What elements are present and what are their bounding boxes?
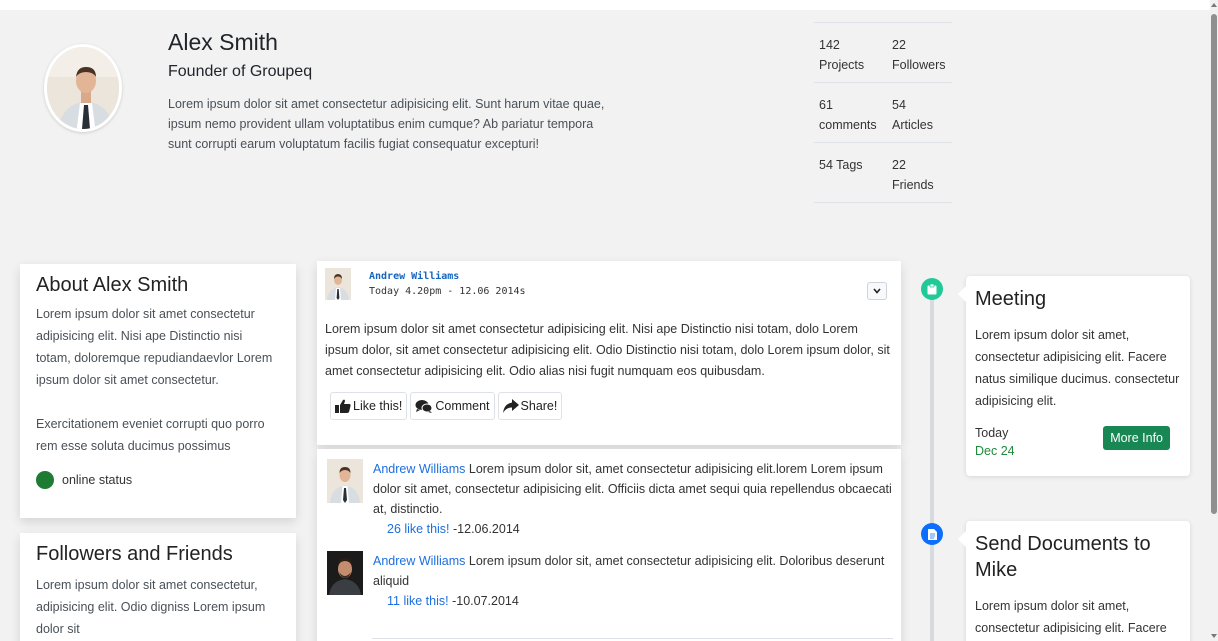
share-button-label: Share! [520,399,558,413]
stat-projects: 142 Projects [819,38,865,72]
profile-stats-table: 142 Projects 22 Followers 61 comments 54 Art… [814,22,952,203]
comment-author-avatar[interactable] [327,551,363,595]
online-status-dot-icon [36,471,54,489]
comments-icon [415,400,433,413]
comment-author-link[interactable]: Andrew Williams [373,554,465,568]
post-author-avatar[interactable] [325,268,351,300]
chevron-down-icon [873,288,881,294]
comment-date: -12.06.2014 [449,522,520,536]
document-icon [927,528,937,540]
post-actions: Like this! Comment Share! [325,392,893,420]
share-icon [502,399,519,413]
post-card: Andrew Williams Today 4.20pm - 12.06 201… [317,261,901,445]
comment-item: Andrew Williams Lorem ipsum dolor sit, a… [327,551,891,611]
comments-card: Andrew Williams Lorem ipsum dolor sit, a… [317,449,901,641]
stats-row: 54 Tags 22 Friends [814,143,952,203]
about-card: About Alex Smith Lorem ipsum dolor sit a… [20,264,296,518]
comment-author-avatar[interactable] [327,459,363,503]
profile-bio: Lorem ipsum dolor sit amet consectetur a… [168,97,605,151]
comment-date: -10.07.2014 [448,594,519,608]
vertical-scrollbar[interactable] [1210,0,1218,641]
comment-likes-link[interactable]: 26 like this! [387,522,450,536]
comment-divider [372,638,893,639]
comment-author-link[interactable]: Andrew Williams [373,462,465,476]
scroll-down-arrow-icon[interactable] [1211,634,1217,638]
followers-card: Followers and Friends Lorem ipsum dolor … [20,533,296,641]
timeline-event: Send Documents to Mike Lorem ipsum dolor… [958,521,1190,641]
post-timestamp: Today 4.20pm - 12.06 2014s [369,286,526,297]
online-status-label: online status [62,473,133,487]
stat-tags: 54 Tags [819,158,863,172]
comment-text: Andrew Williams Lorem ipsum dolor sit, a… [373,554,885,588]
followers-title: Followers and Friends [36,543,233,565]
post-author-name[interactable]: Andrew Williams [369,269,526,284]
thumbs-up-icon [335,399,351,413]
comment-item: Andrew Williams Lorem ipsum dolor sit, a… [327,459,893,539]
stat-articles: 54 Articles [892,98,933,132]
about-text: Lorem ipsum dolor sit amet consectetur a… [36,307,273,387]
scroll-up-arrow-icon[interactable] [1211,3,1217,7]
timeline-event: Meeting Lorem ipsum dolor sit amet, cons… [958,276,1190,476]
followers-text: Lorem ipsum dolor sit amet consectetur, … [36,578,266,636]
share-button[interactable]: Share! [497,392,563,420]
like-button[interactable]: Like this! [330,392,408,420]
timeline-line [930,285,934,641]
comment-footer: 11 like this! -10.07.2014 [373,591,893,611]
post-options-dropdown[interactable] [867,282,887,300]
stat-followers: 22 Followers [892,38,946,72]
comment-text: Andrew Williams Lorem ipsum dolor sit, a… [373,462,892,516]
online-status: online status [36,471,280,489]
comment-button[interactable]: Comment [410,392,495,420]
event-text: Lorem ipsum dolor sit amet, consectetur … [975,328,1180,408]
comment-likes-link[interactable]: 11 like this! [387,594,449,608]
timeline-marker [921,523,943,545]
about-text-secondary: Exercitationem eveniet corrupti quo porr… [36,417,265,453]
event-title: Meeting [975,288,1047,310]
comment-button-label: Comment [435,399,490,413]
like-button-label: Like this! [353,399,403,413]
profile-name: Alex Smith [168,29,278,55]
stats-row: 142 Projects 22 Followers [814,23,952,83]
event-title: Send Documents to Mike [975,533,1151,581]
timeline-marker [921,278,943,300]
post-body: Lorem ipsum dolor sit amet consectetur a… [325,322,890,378]
more-info-button[interactable]: More Info [1103,426,1170,450]
post-header: Andrew Williams Today 4.20pm - 12.06 201… [325,268,893,300]
stat-comments: 61 comments [819,98,877,132]
about-title: About Alex Smith [36,274,189,296]
profile-title: Founder of Groupeq [168,63,313,80]
comment-footer: 26 like this! -12.06.2014 [373,519,893,539]
stat-friends: 22 Friends [892,158,934,192]
top-bar [0,0,1210,10]
clipboard-icon [927,283,937,294]
stats-row: 61 comments 54 Articles [814,83,952,143]
scrollbar-thumb[interactable] [1211,14,1217,514]
profile-avatar [44,44,122,132]
event-text: Lorem ipsum dolor sit amet, consectetur … [975,599,1167,635]
